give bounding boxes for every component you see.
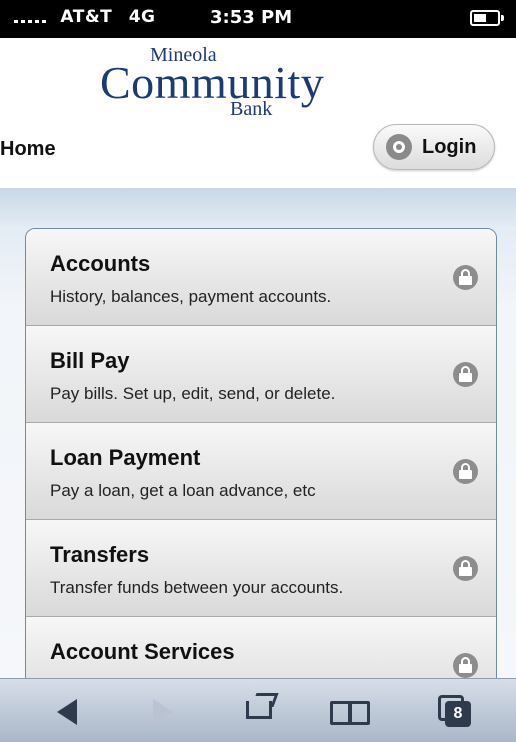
status-time: 3:53 PM xyxy=(210,7,293,28)
menu-list: Accounts History, balances, payment acco… xyxy=(25,228,497,728)
lock-icon xyxy=(453,459,478,484)
status-bar: AT&T 4G 3:53 PM xyxy=(0,0,516,38)
lock-icon xyxy=(453,653,478,678)
menu-item-description: History, balances, payment accounts. xyxy=(50,287,332,306)
lock-icon xyxy=(453,556,478,581)
menu-item-loan-payment[interactable]: Loan Payment Pay a loan, get a loan adva… xyxy=(26,423,496,520)
menu-item-title: Loan Payment xyxy=(50,445,201,470)
signal-strength-icon xyxy=(14,8,50,26)
menu-item-accounts[interactable]: Accounts History, balances, payment acco… xyxy=(26,229,496,326)
tabs-icon[interactable]: 8 xyxy=(428,679,508,742)
menu-item-description: Transfer funds between your accounts. xyxy=(50,578,344,597)
logo-line-2: Community xyxy=(100,57,325,108)
menu-item-title: Accounts xyxy=(50,251,151,276)
forward-arrow-icon[interactable] xyxy=(135,679,215,742)
menu-item-bill-pay[interactable]: Bill Pay Pay bills. Set up, edit, send, … xyxy=(26,326,496,423)
menu-item-transfers[interactable]: Transfers Transfer funds between your ac… xyxy=(26,520,496,617)
page-title: Home xyxy=(0,138,56,160)
logo-line-3: Bank xyxy=(230,98,273,120)
menu-item-description: Pay a loan, get a loan advance, etc xyxy=(50,481,316,500)
login-label: Login xyxy=(422,135,477,158)
menu-item-title: Transfers xyxy=(50,542,150,567)
lock-icon xyxy=(453,265,478,290)
menu-item-description: Pay bills. Set up, edit, send, or delete… xyxy=(50,384,336,403)
login-button[interactable]: Login xyxy=(373,124,495,170)
lock-icon xyxy=(453,362,478,387)
carrier-label: AT&T xyxy=(60,7,113,27)
battery-icon xyxy=(470,10,504,26)
gear-icon xyxy=(386,134,412,160)
bank-logo: Mineola Community Bank xyxy=(100,44,340,124)
bookmarks-icon[interactable] xyxy=(318,679,398,742)
share-icon[interactable] xyxy=(232,679,312,742)
network-label: 4G xyxy=(128,7,156,27)
status-left: AT&T 4G xyxy=(14,7,156,27)
browser-toolbar: 8 xyxy=(0,678,516,742)
back-arrow-icon[interactable] xyxy=(45,679,125,742)
menu-item-title: Bill Pay xyxy=(50,348,130,373)
tab-count: 8 xyxy=(445,701,471,727)
menu-item-title: Account Services xyxy=(50,639,235,664)
nav-row: Home Login xyxy=(0,120,516,180)
content-area: Accounts History, balances, payment acco… xyxy=(0,188,516,728)
